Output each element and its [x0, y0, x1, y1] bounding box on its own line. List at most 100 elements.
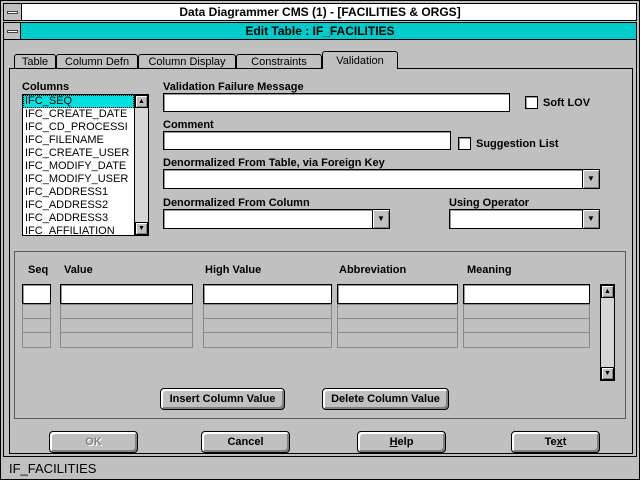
tab-validation[interactable]: Validation — [322, 51, 398, 69]
dialog-title: Edit Table : IF_FACILITIES — [21, 24, 619, 38]
columns-label: Columns — [22, 81, 69, 93]
denormalized-from-table-combobox[interactable]: ▼ — [163, 169, 600, 189]
grid-scrollbar[interactable]: ▲ ▼ — [600, 284, 615, 381]
app-window: Data Diagrammer CMS (1) - [FACILITIES & … — [0, 0, 640, 480]
list-item[interactable]: IFC_SEQ — [23, 95, 134, 108]
dropdown-button[interactable]: ▼ — [582, 210, 599, 228]
grid-empty-row — [204, 319, 331, 333]
grid-empty-row — [338, 305, 457, 319]
using-operator-label: Using Operator — [449, 197, 529, 209]
grid-empty-row — [204, 305, 331, 319]
denormalized-from-column-label: Denormalized From Column — [163, 197, 310, 209]
grid-high-value-input[interactable] — [203, 284, 332, 304]
scroll-up-button[interactable]: ▲ — [601, 285, 614, 298]
soft-lov-checkbox[interactable] — [525, 96, 538, 109]
grid-empty-row — [23, 305, 50, 319]
grid-header-meaning: Meaning — [467, 264, 512, 276]
grid-empty-row — [338, 333, 457, 347]
title-spacer — [618, 4, 636, 20]
help-button[interactable]: Help — [357, 431, 446, 453]
tab-constraints[interactable]: Constraints — [236, 54, 322, 68]
scroll-up-icon: ▲ — [604, 288, 611, 295]
chevron-down-icon: ▼ — [377, 215, 385, 223]
text-label-post: t — [563, 436, 567, 448]
grid-meaning-input[interactable] — [463, 284, 590, 304]
grid-empty-row — [338, 319, 457, 333]
chevron-down-icon: ▼ — [587, 175, 595, 183]
grid-empty-row — [23, 333, 50, 347]
dropdown-button[interactable]: ▼ — [372, 210, 389, 228]
tab-column-defn[interactable]: Column Defn — [56, 54, 138, 68]
dialog-title-bar: Edit Table : IF_FACILITIES — [4, 23, 636, 40]
list-item[interactable]: IFC_MODIFY_DATE — [23, 160, 134, 173]
grid-empty-row — [61, 319, 192, 333]
list-item[interactable]: IFC_ADDRESS3 — [23, 212, 134, 225]
grid-seq-input[interactable] — [22, 284, 51, 304]
list-item[interactable]: IFC_CREATE_USER — [23, 147, 134, 160]
status-text: IF_FACILITIES — [3, 461, 96, 476]
dialog-system-menu-button[interactable] — [4, 23, 21, 39]
grid-header-seq: Seq — [28, 264, 48, 276]
window-menu-icon — [7, 30, 18, 33]
grid-empty-rows-high-value — [203, 304, 332, 348]
denormalized-from-table-label: Denormalized From Table, via Foreign Key — [163, 157, 385, 169]
dropdown-button[interactable]: ▼ — [582, 170, 599, 188]
columns-list: IFC_SEQ IFC_CREATE_DATE IFC_CD_PROCESSI … — [23, 95, 134, 235]
validation-failure-message-label: Validation Failure Message — [163, 81, 304, 93]
columns-listbox[interactable]: IFC_SEQ IFC_CREATE_DATE IFC_CD_PROCESSI … — [22, 94, 149, 236]
scroll-down-button[interactable]: ▼ — [601, 367, 614, 380]
using-operator-combobox[interactable]: ▼ — [449, 209, 600, 229]
list-item[interactable]: IFC_AFFILIATION — [23, 225, 134, 235]
scroll-up-button[interactable]: ▲ — [135, 95, 148, 108]
grid-empty-rows-seq — [22, 304, 51, 348]
grid-empty-row — [23, 319, 50, 333]
grid-header-value: Value — [64, 264, 93, 276]
delete-column-value-button[interactable]: Delete Column Value — [322, 388, 449, 410]
grid-abbreviation-input[interactable] — [337, 284, 458, 304]
denormalized-from-column-combobox[interactable]: ▼ — [163, 209, 390, 229]
scroll-down-icon: ▼ — [604, 370, 611, 377]
tab-column-display[interactable]: Column Display — [138, 54, 236, 68]
chevron-down-icon: ▼ — [587, 215, 595, 223]
grid-header-abbreviation: Abbreviation — [339, 264, 406, 276]
grid-empty-row — [204, 333, 331, 347]
list-item[interactable]: IFC_CD_PROCESSI — [23, 121, 134, 134]
window-menu-icon — [7, 11, 18, 14]
scroll-down-icon: ▼ — [138, 225, 145, 232]
grid-empty-rows-meaning — [463, 304, 590, 348]
list-item[interactable]: IFC_CREATE_DATE — [23, 108, 134, 121]
list-item[interactable]: IFC_MODIFY_USER — [23, 173, 134, 186]
list-item[interactable]: IFC_ADDRESS2 — [23, 199, 134, 212]
main-system-menu-button[interactable] — [4, 4, 22, 20]
edit-table-dialog: Edit Table : IF_FACILITIES Table Column … — [3, 22, 637, 457]
soft-lov-label: Soft LOV — [543, 97, 590, 109]
title-spacer — [619, 23, 636, 39]
grid-value-input[interactable] — [60, 284, 193, 304]
tab-table[interactable]: Table — [14, 54, 56, 68]
insert-column-value-button[interactable]: Insert Column Value — [160, 388, 285, 410]
main-window-title: Data Diagrammer CMS (1) - [FACILITIES & … — [22, 5, 618, 19]
ok-button[interactable]: OK — [49, 431, 138, 453]
comment-input[interactable] — [163, 131, 451, 150]
grid-empty-row — [61, 333, 192, 347]
grid-empty-row — [464, 305, 589, 319]
scroll-down-button[interactable]: ▼ — [135, 222, 148, 235]
status-bar: IF_FACILITIES — [3, 458, 637, 478]
validation-failure-message-input[interactable] — [163, 93, 510, 112]
column-values-groupbox: Seq Value High Value Abbreviation Meanin… — [14, 251, 626, 419]
comment-label: Comment — [163, 119, 214, 131]
grid-empty-row — [464, 333, 589, 347]
grid-empty-row — [464, 319, 589, 333]
list-item[interactable]: IFC_ADDRESS1 — [23, 186, 134, 199]
help-label-accel: H — [390, 436, 398, 448]
grid-empty-rows-abbreviation — [337, 304, 458, 348]
cancel-button[interactable]: Cancel — [201, 431, 290, 453]
text-button[interactable]: Text — [511, 431, 600, 453]
list-item[interactable]: IFC_FILENAME — [23, 134, 134, 147]
grid-header-high-value: High Value — [205, 264, 261, 276]
main-title-bar: Data Diagrammer CMS (1) - [FACILITIES & … — [3, 3, 637, 21]
grid-empty-row — [61, 305, 192, 319]
columns-list-scrollbar[interactable]: ▲ ▼ — [134, 95, 148, 235]
grid-empty-rows-value — [60, 304, 193, 348]
suggestion-list-checkbox[interactable] — [458, 137, 471, 150]
